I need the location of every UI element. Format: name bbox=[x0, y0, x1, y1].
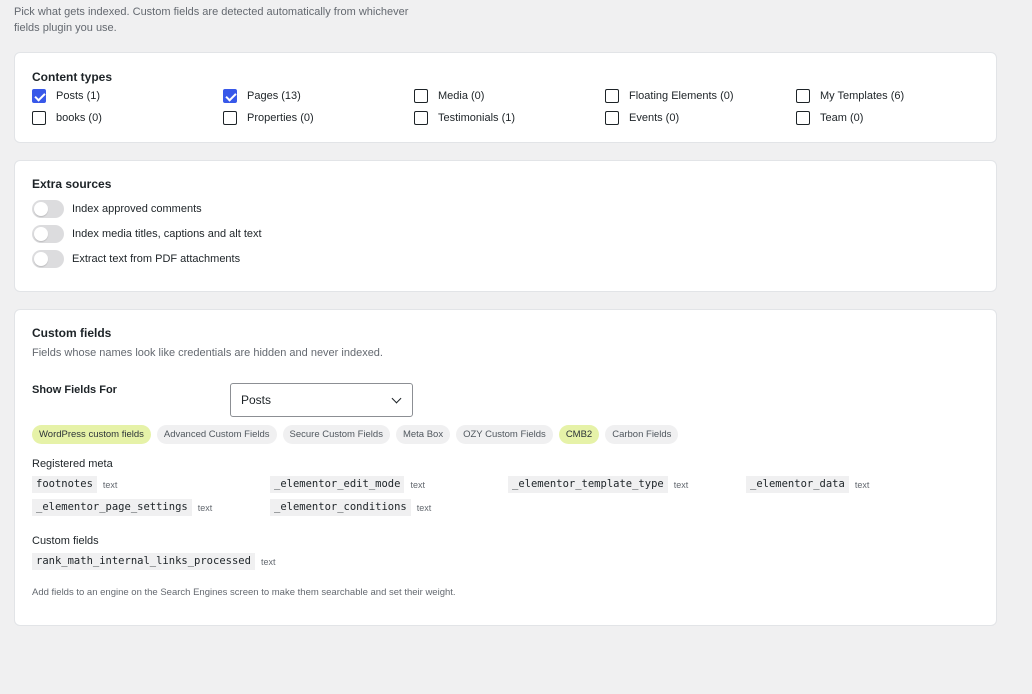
content-type-label: Floating Elements (0) bbox=[629, 90, 734, 102]
content-types-title: Content types bbox=[32, 70, 113, 84]
toggle-knob bbox=[34, 227, 48, 241]
meta-type: text bbox=[673, 479, 689, 490]
content-type-checkbox[interactable] bbox=[414, 111, 428, 125]
meta-type: text bbox=[197, 502, 213, 513]
field-source-pill[interactable]: WordPress custom fields bbox=[32, 425, 151, 444]
meta-key: _elementor_conditions bbox=[270, 499, 411, 516]
content-type-item[interactable]: Media (0) bbox=[414, 88, 484, 104]
field-source-pill[interactable]: Advanced Custom Fields bbox=[156, 425, 277, 444]
registered-meta-label: Registered meta bbox=[32, 458, 113, 470]
intro-line-1: Pick what gets indexed. Custom fields ar… bbox=[14, 6, 409, 18]
content-type-label: Media (0) bbox=[438, 90, 485, 102]
meta-type: text bbox=[854, 479, 870, 490]
content-type-checkbox[interactable] bbox=[605, 111, 619, 125]
content-type-item[interactable]: Testimonials (1) bbox=[414, 110, 515, 126]
content-type-checkbox[interactable] bbox=[32, 111, 46, 125]
field-source-pill[interactable]: Carbon Fields bbox=[605, 425, 679, 444]
content-types-card: Content types Posts (1) Pages (13) Media (… bbox=[14, 52, 997, 143]
registered-meta-item: _elementor_data text bbox=[746, 476, 869, 493]
extract-pdf-toggle[interactable] bbox=[32, 250, 64, 268]
show-fields-for-select[interactable]: Posts bbox=[230, 383, 413, 417]
registered-meta-item: footnotes text bbox=[32, 476, 117, 493]
content-type-checkbox[interactable] bbox=[605, 89, 619, 103]
content-type-label: Pages (13) bbox=[247, 90, 301, 102]
custom-fields-label: Custom fields bbox=[32, 535, 99, 547]
extra-sources-card: Extra sources Index approved comments In… bbox=[14, 160, 997, 292]
meta-type: text bbox=[416, 502, 432, 513]
custom-fields-subtitle: Fields whose names look like credentials… bbox=[32, 347, 383, 359]
toggle-knob bbox=[34, 202, 48, 216]
meta-type: text bbox=[102, 479, 118, 490]
field-source-pill[interactable]: Secure Custom Fields bbox=[282, 425, 390, 444]
meta-key: _elementor_data bbox=[746, 476, 849, 493]
content-type-item[interactable]: Pages (13) bbox=[223, 88, 301, 104]
index-comments-toggle[interactable] bbox=[32, 200, 64, 218]
content-type-item[interactable]: Team (0) bbox=[796, 110, 863, 126]
content-type-item[interactable]: My Templates (6) bbox=[796, 88, 904, 104]
custom-field-key: rank_math_internal_links_processed bbox=[32, 553, 255, 570]
extra-sources-title: Extra sources bbox=[32, 177, 112, 191]
meta-key: footnotes bbox=[32, 476, 97, 493]
intro-text: Pick what gets indexed. Custom fields ar… bbox=[14, 4, 414, 36]
toggle-row-pdf[interactable]: Extract text from PDF attachments bbox=[32, 250, 240, 268]
field-source-pill[interactable]: CMB2 bbox=[558, 425, 600, 444]
intro-line-2: fields plugin you use. bbox=[14, 22, 117, 34]
content-type-checkbox[interactable] bbox=[223, 89, 237, 103]
meta-type: text bbox=[410, 479, 425, 490]
custom-fields-title: Custom fields bbox=[32, 326, 112, 340]
index-media-toggle[interactable] bbox=[32, 225, 64, 243]
content-type-item[interactable]: books (0) bbox=[32, 110, 102, 126]
content-type-checkbox[interactable] bbox=[32, 89, 46, 103]
toggle-row-media[interactable]: Index media titles, captions and alt tex… bbox=[32, 225, 262, 243]
content-type-item[interactable]: Events (0) bbox=[605, 110, 679, 126]
toggle-knob bbox=[34, 252, 48, 266]
content-type-checkbox[interactable] bbox=[223, 111, 237, 125]
content-type-checkbox[interactable] bbox=[414, 89, 428, 103]
show-fields-for-label: Show Fields For bbox=[32, 384, 117, 396]
custom-field-type: text bbox=[260, 556, 276, 567]
content-type-checkbox[interactable] bbox=[796, 89, 810, 103]
field-source-pill[interactable]: OZY Custom Fields bbox=[456, 425, 553, 444]
content-type-checkbox[interactable] bbox=[796, 111, 810, 125]
chevron-down-icon bbox=[391, 393, 402, 403]
meta-key: _elementor_template_type bbox=[508, 476, 668, 493]
registered-meta-item: _elementor_edit_mode text bbox=[270, 476, 425, 493]
content-type-item[interactable]: Properties (0) bbox=[223, 110, 314, 126]
custom-field-item: rank_math_internal_links_processed text bbox=[32, 553, 275, 570]
meta-key: _elementor_edit_mode bbox=[270, 476, 405, 493]
content-type-label: Events (0) bbox=[629, 112, 680, 124]
custom-fields-card: Custom fields Fields whose names look li… bbox=[14, 309, 997, 626]
content-type-label: Team (0) bbox=[820, 112, 864, 124]
field-source-pill[interactable]: Meta Box bbox=[395, 425, 451, 444]
content-type-label: Testimonials (1) bbox=[438, 112, 516, 124]
content-type-label: Properties (0) bbox=[247, 112, 314, 124]
toggle-label: Extract text from PDF attachments bbox=[72, 253, 241, 265]
registered-meta-item: _elementor_template_type text bbox=[508, 476, 688, 493]
toggle-row-comments[interactable]: Index approved comments bbox=[32, 200, 202, 218]
select-value: Posts bbox=[241, 393, 272, 407]
toggle-label: Index approved comments bbox=[72, 203, 202, 215]
custom-fields-note: Add fields to an engine on the Search En… bbox=[32, 587, 456, 598]
registered-meta-item: _elementor_conditions text bbox=[270, 499, 431, 516]
content-type-label: Posts (1) bbox=[56, 90, 101, 102]
content-type-item[interactable]: Floating Elements (0) bbox=[605, 88, 734, 104]
content-type-item[interactable]: Posts (1) bbox=[32, 88, 100, 104]
registered-meta-item: _elementor_page_settings text bbox=[32, 499, 212, 516]
content-type-label: My Templates (6) bbox=[820, 90, 905, 102]
meta-key: _elementor_page_settings bbox=[32, 499, 192, 516]
field-source-pills: WordPress custom fields Advanced Custom F… bbox=[32, 425, 679, 444]
toggle-label: Index media titles, captions and alt tex… bbox=[72, 228, 262, 240]
content-type-label: books (0) bbox=[56, 112, 102, 124]
